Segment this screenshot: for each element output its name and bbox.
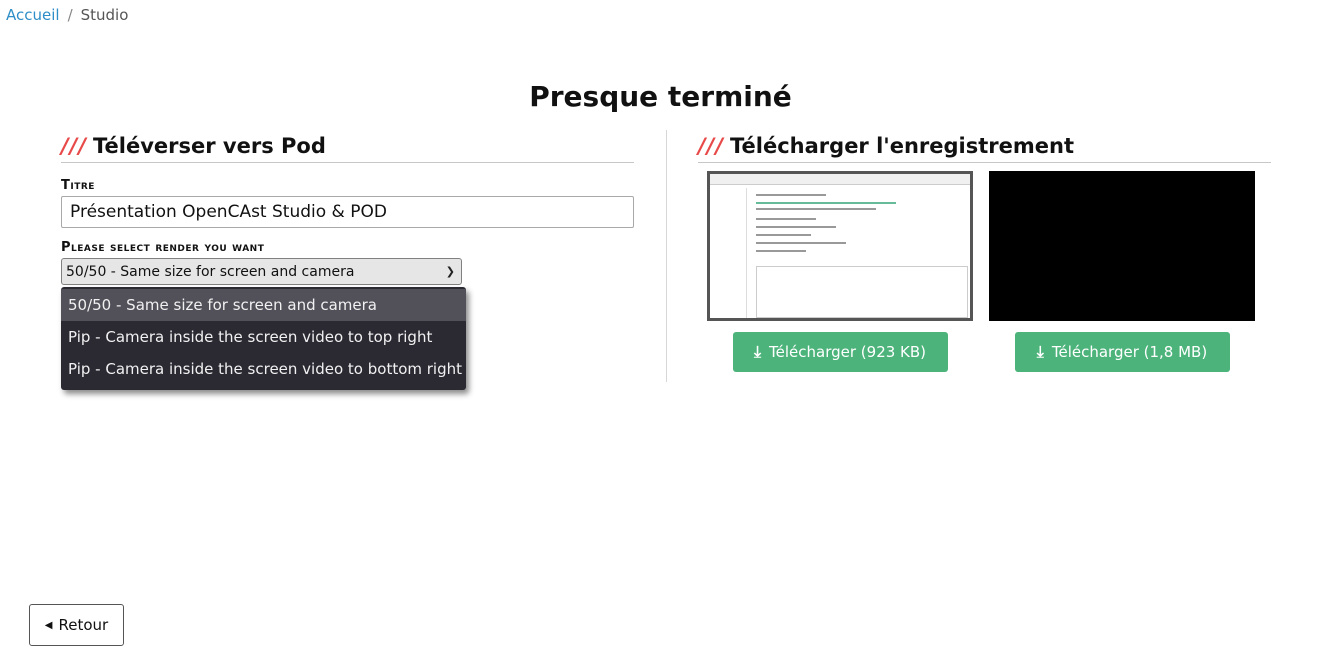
render-option[interactable]: Pip - Camera inside the screen video to … xyxy=(61,321,466,353)
download-camera-button[interactable]: ⤓ Télécharger (1,8 MB) xyxy=(1014,332,1230,372)
title-label: Titre xyxy=(61,178,95,193)
upload-heading-text: Téléverser vers Pod xyxy=(93,134,326,158)
render-select-value: 50/50 - Same size for screen and camera xyxy=(66,263,355,280)
title-input[interactable] xyxy=(61,196,634,228)
heading-slashes: /// xyxy=(61,134,88,158)
breadcrumb-separator: / xyxy=(67,6,73,24)
camera-recording: ⤓ Télécharger (1,8 MB) xyxy=(989,171,1255,372)
back-button[interactable]: ◀ Retour xyxy=(29,604,124,646)
camera-video-preview[interactable] xyxy=(989,171,1255,321)
download-heading: /// Télécharger l'enregistrement xyxy=(698,130,1271,163)
breadcrumb-home-link[interactable]: Accueil xyxy=(6,6,60,24)
column-divider xyxy=(666,130,667,382)
chevron-down-icon: ❯ xyxy=(445,265,455,278)
render-label: Please select render you want xyxy=(61,240,265,255)
render-dropdown: 50/50 - Same size for screen and camera … xyxy=(61,287,466,390)
breadcrumb: Accueil / Studio xyxy=(6,6,128,24)
render-select[interactable]: 50/50 - Same size for screen and camera … xyxy=(61,258,462,285)
download-heading-text: Télécharger l'enregistrement xyxy=(730,134,1075,158)
breadcrumb-current: Studio xyxy=(80,6,129,24)
download-section: /// Télécharger l'enregistrement ⤓ Téléc… xyxy=(698,130,1271,372)
download-icon: ⤓ xyxy=(753,342,762,361)
download-screen-label: Télécharger (923 KB) xyxy=(769,343,927,361)
download-camera-label: Télécharger (1,8 MB) xyxy=(1051,343,1208,361)
render-option[interactable]: 50/50 - Same size for screen and camera xyxy=(61,289,466,321)
caret-left-icon: ◀ xyxy=(44,619,53,631)
download-screen-button[interactable]: ⤓ Télécharger (923 KB) xyxy=(732,332,948,372)
page-title: Presque terminé xyxy=(529,80,792,113)
screen-recording: ⤓ Télécharger (923 KB) xyxy=(707,171,973,372)
upload-section: /// Téléverser vers Pod Titre Please sel… xyxy=(61,130,634,390)
screen-video-preview[interactable] xyxy=(707,171,973,321)
back-button-label: Retour xyxy=(58,616,109,634)
render-option[interactable]: Pip - Camera inside the screen video to … xyxy=(61,353,466,385)
recording-previews: ⤓ Télécharger (923 KB) ⤓ Télécharger (1,… xyxy=(707,171,1271,372)
download-icon: ⤓ xyxy=(1036,342,1044,361)
heading-slashes: /// xyxy=(698,134,725,158)
upload-heading: /// Téléverser vers Pod xyxy=(61,130,634,163)
